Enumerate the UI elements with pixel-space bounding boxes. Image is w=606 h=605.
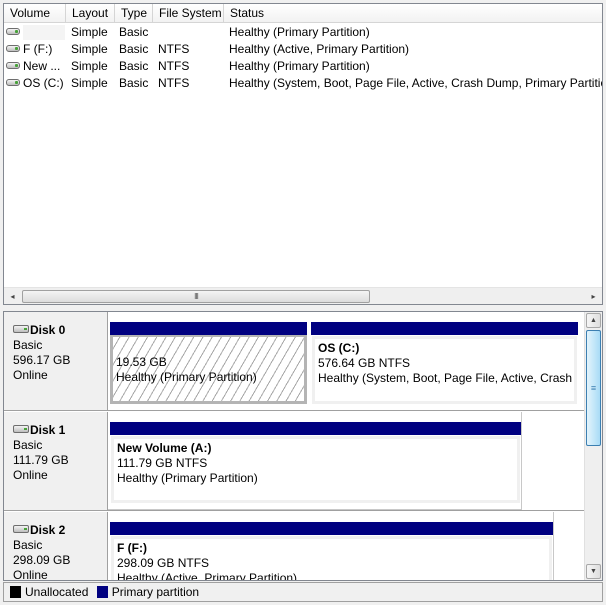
disk-icon — [13, 524, 29, 533]
scroll-up-arrow-icon[interactable]: ▲ — [586, 313, 601, 328]
volume-layout: Simple — [71, 76, 108, 90]
partition-title: New Volume (A:) — [117, 441, 212, 455]
volume-status: Healthy (System, Boot, Page File, Active… — [229, 76, 603, 90]
volume-row[interactable]: Simple Basic Healthy (Primary Partition) — [4, 24, 602, 41]
volume-file-system: NTFS — [158, 42, 190, 56]
volume-file-system — [158, 24, 222, 41]
partition-title: OS (C:) — [318, 341, 360, 355]
disk-info[interactable]: Disk 1 Basic 111.79 GB Online — [4, 412, 108, 510]
volume-status: Healthy (Active, Primary Partition) — [229, 42, 410, 56]
partition-body[interactable]: OS (C:) 576.64 GB NTFS Healthy (System, … — [312, 336, 577, 404]
volume-type: Basic — [119, 76, 149, 90]
column-header-layout[interactable]: Layout — [66, 4, 115, 23]
volume-status: Healthy (Primary Partition) — [229, 59, 370, 73]
partition-status: Healthy (System, Boot, Page File, Active… — [318, 371, 574, 385]
unallocated-swatch — [10, 585, 21, 598]
scroll-left-arrow-icon[interactable]: ◂ — [4, 288, 21, 304]
disk-status: Online — [13, 568, 48, 581]
volume-status: Healthy (Primary Partition) — [229, 25, 370, 39]
partition-size: 19.53 GB — [116, 355, 167, 369]
disk-type: Basic — [13, 538, 43, 552]
partition-color-bar — [311, 322, 578, 335]
volume-type: Basic — [119, 42, 149, 56]
partition-unlabeled[interactable]: 19.53 GB Healthy (Primary Partition) — [108, 312, 307, 410]
column-header-type[interactable]: Type — [115, 4, 153, 23]
volume-icon — [6, 62, 20, 70]
partition-color-bar — [110, 322, 307, 335]
volume-row[interactable]: New ... Simple Basic NTFS Healthy (Prima… — [4, 58, 602, 75]
disk-status: Online — [13, 368, 48, 382]
horizontal-scroll-thumb[interactable]: III — [22, 290, 370, 303]
disk-icon — [13, 324, 29, 333]
volume-name — [23, 25, 65, 41]
volume-name: New ... — [23, 59, 61, 73]
volume-icon — [6, 28, 20, 36]
legend-item-unallocated: Unallocated — [10, 585, 92, 599]
horizontal-scrollbar[interactable]: ◂ III ▸ — [4, 287, 602, 304]
partition-status: Healthy (Primary Partition) — [117, 471, 258, 485]
disk-map: Disk 0 Basic 596.17 GB Online 19.53 GB H… — [3, 311, 603, 581]
disk-info[interactable]: Disk 0 Basic 596.17 GB Online — [4, 312, 108, 410]
legend: Unallocated Primary partition — [3, 582, 603, 602]
disk-row[interactable]: Disk 2 Basic 298.09 GB Online F (F:) 298… — [4, 512, 584, 581]
partition-new-volume-a[interactable]: New Volume (A:) 111.79 GB NTFS Healthy (… — [108, 412, 522, 510]
legend-label: Unallocated — [25, 585, 89, 599]
disk-name: Disk 1 — [30, 423, 66, 437]
disk-row[interactable]: Disk 0 Basic 596.17 GB Online 19.53 GB H… — [4, 312, 584, 411]
volume-row[interactable]: OS (C:) Simple Basic NTFS Healthy (Syste… — [4, 75, 602, 92]
volume-list: Volume Layout Type File System Status Si… — [3, 3, 603, 305]
legend-label: Primary partition — [111, 585, 200, 599]
partition-os-c[interactable]: OS (C:) 576.64 GB NTFS Healthy (System, … — [309, 312, 578, 410]
volume-name: OS (C:) — [23, 76, 64, 90]
partition-status: Healthy (Active, Primary Partition) — [117, 571, 298, 581]
partition-size: 298.09 GB NTFS — [117, 556, 210, 570]
partition-size: 111.79 GB NTFS — [117, 456, 208, 470]
partition-color-bar — [110, 522, 553, 535]
partition-size: 576.64 GB NTFS — [318, 356, 411, 370]
disk-status: Online — [13, 468, 48, 482]
disk-type: Basic — [13, 338, 43, 352]
volume-layout: Simple — [71, 59, 108, 73]
partition-color-bar — [110, 422, 521, 435]
disk-info[interactable]: Disk 2 Basic 298.09 GB Online — [4, 512, 108, 581]
scroll-right-arrow-icon[interactable]: ▸ — [585, 288, 602, 304]
volume-icon — [6, 45, 20, 53]
vertical-scrollbar[interactable]: ▲ ≡ ▼ — [584, 312, 602, 580]
column-header-volume[interactable]: Volume — [4, 4, 66, 23]
disk-size: 111.79 GB — [13, 453, 69, 467]
partition-f[interactable]: F (F:) 298.09 GB NTFS Healthy (Active, P… — [108, 512, 554, 581]
partition-status: Healthy (Primary Partition) — [116, 370, 257, 384]
disk-size: 298.09 GB — [13, 553, 71, 567]
volume-type: Basic — [119, 25, 149, 39]
partition-body[interactable]: 19.53 GB Healthy (Primary Partition) — [110, 335, 307, 404]
disk-size: 596.17 GB — [13, 353, 71, 367]
primary-partition-swatch — [96, 585, 108, 598]
volume-layout: Simple — [71, 25, 108, 39]
partition-title: F (F:) — [117, 541, 147, 555]
column-header-file-system[interactable]: File System — [153, 4, 224, 23]
volume-icon — [6, 79, 20, 87]
disk-name: Disk 0 — [30, 323, 66, 337]
disk-icon — [13, 424, 29, 433]
volume-layout: Simple — [71, 42, 108, 56]
volume-list-header: Volume Layout Type File System Status — [4, 4, 602, 23]
legend-item-primary-partition: Primary partition — [96, 585, 200, 599]
disk-row[interactable]: Disk 1 Basic 111.79 GB Online New Volume… — [4, 412, 584, 511]
volume-type: Basic — [119, 59, 149, 73]
partition-body[interactable]: F (F:) 298.09 GB NTFS Healthy (Active, P… — [111, 536, 552, 581]
column-header-status[interactable]: Status — [224, 4, 602, 23]
disk-type: Basic — [13, 438, 43, 452]
volume-name: F (F:) — [23, 42, 53, 56]
partition-body[interactable]: New Volume (A:) 111.79 GB NTFS Healthy (… — [111, 436, 520, 503]
vertical-scroll-thumb[interactable]: ≡ — [586, 330, 601, 446]
scroll-down-arrow-icon[interactable]: ▼ — [586, 564, 601, 579]
disk-name: Disk 2 — [30, 523, 66, 537]
volume-file-system: NTFS — [158, 76, 190, 90]
volume-file-system: NTFS — [158, 59, 190, 73]
volume-row[interactable]: F (F:) Simple Basic NTFS Healthy (Active… — [4, 41, 602, 58]
